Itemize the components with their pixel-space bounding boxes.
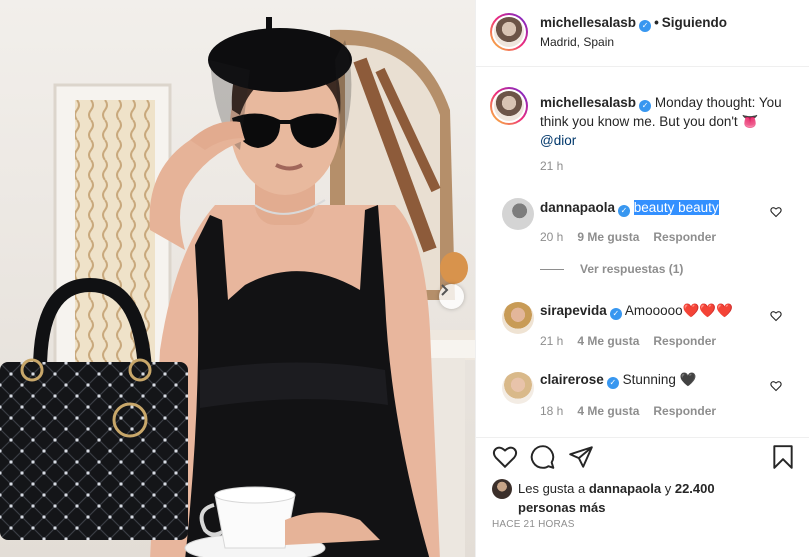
post-photo[interactable]: [0, 0, 475, 557]
caption-mention[interactable]: @dior: [540, 133, 576, 148]
instagram-post-modal: michellesalasb ✓ • Siguiendo Madrid, Spain …: [0, 0, 809, 557]
author-username[interactable]: michellesalasb: [540, 15, 636, 30]
comment-text: Stunning: [622, 372, 676, 387]
post-location[interactable]: Madrid, Spain: [540, 35, 614, 49]
comment-time[interactable]: 18 h: [540, 404, 563, 418]
view-replies-button[interactable]: Ver respuestas (1): [540, 262, 683, 276]
verified-badge-icon: ✓: [606, 377, 619, 389]
comment-likes[interactable]: 9 Me gusta: [577, 230, 639, 244]
post-side-panel: michellesalasb ✓ • Siguiendo Madrid, Spain …: [475, 0, 809, 557]
comment-emoji: 🖤: [679, 372, 697, 387]
commenter-avatar[interactable]: [502, 372, 534, 404]
bookmark-icon[interactable]: [770, 444, 796, 470]
heart-icon[interactable]: [770, 206, 782, 218]
header-separator: •: [654, 15, 659, 30]
comment-likes[interactable]: 4 Me gusta: [577, 404, 639, 418]
next-image-button[interactable]: [439, 284, 464, 309]
comment-text: Amooooo: [624, 303, 683, 318]
comment: sirapevida ✓ Amooooo❤️❤️❤️: [540, 303, 733, 320]
comment-username[interactable]: clairerose: [540, 372, 604, 387]
caption-emoji: 👅: [741, 114, 759, 129]
verified-badge-icon: ✓: [639, 100, 652, 112]
caption: michellesalasb ✓ Monday thought: You thin…: [540, 93, 798, 150]
comment-text: beauty beauty: [633, 200, 719, 215]
heart-icon[interactable]: [770, 310, 782, 322]
reply-button[interactable]: Responder: [653, 404, 716, 418]
comment-meta: 20 h 9 Me gusta Responder: [540, 230, 730, 244]
likes-summary: Les gusta a dannapaola y 22.400 personas…: [492, 479, 718, 517]
comment: clairerose ✓ Stunning 🖤: [540, 372, 696, 389]
liker-avatar[interactable]: [492, 479, 512, 499]
reply-button[interactable]: Responder: [653, 230, 716, 244]
caption-time[interactable]: 21 h: [540, 159, 563, 173]
caption-avatar[interactable]: [490, 87, 528, 125]
caption-username[interactable]: michellesalasb: [540, 95, 636, 110]
chevron-right-icon: [441, 284, 449, 296]
photo-illustration: [0, 0, 475, 557]
comments-section[interactable]: michellesalasb ✓ Monday thought: You thin…: [476, 67, 809, 437]
view-replies-label: Ver respuestas (1): [580, 262, 684, 276]
share-icon[interactable]: [568, 444, 594, 470]
author-avatar[interactable]: [490, 13, 528, 51]
commenter-avatar[interactable]: [502, 198, 534, 230]
following-button[interactable]: Siguiendo: [662, 15, 727, 30]
reply-button[interactable]: Responder: [653, 334, 716, 348]
liker-username[interactable]: dannapaola: [589, 481, 661, 496]
commenter-avatar[interactable]: [502, 302, 534, 334]
post-timestamp[interactable]: HACE 21 HORAS: [492, 519, 575, 530]
comment: dannapaola ✓ beauty beauty: [540, 200, 719, 217]
comment-meta: 21 h 4 Me gusta Responder: [540, 334, 730, 348]
comment-time[interactable]: 20 h: [540, 230, 563, 244]
comment-username[interactable]: sirapevida: [540, 303, 607, 318]
verified-badge-icon: ✓: [639, 20, 652, 32]
comment-time[interactable]: 21 h: [540, 334, 563, 348]
heart-icon[interactable]: [492, 444, 518, 470]
comment-emoji: ❤️❤️❤️: [682, 303, 734, 318]
comment-meta: 18 h 4 Me gusta Responder: [540, 404, 730, 418]
post-actions: Les gusta a dannapaola y 22.400 personas…: [476, 437, 809, 557]
likes-suffix: y: [664, 481, 672, 496]
verified-badge-icon: ✓: [618, 205, 631, 217]
post-header: michellesalasb ✓ • Siguiendo Madrid, Spain: [476, 0, 809, 67]
comment-username[interactable]: dannapaola: [540, 200, 615, 215]
comment-likes[interactable]: 4 Me gusta: [577, 334, 639, 348]
heart-icon[interactable]: [770, 380, 782, 392]
comment-icon[interactable]: [530, 444, 556, 470]
likes-prefix: Les gusta a: [518, 481, 586, 496]
verified-badge-icon: ✓: [609, 308, 622, 320]
